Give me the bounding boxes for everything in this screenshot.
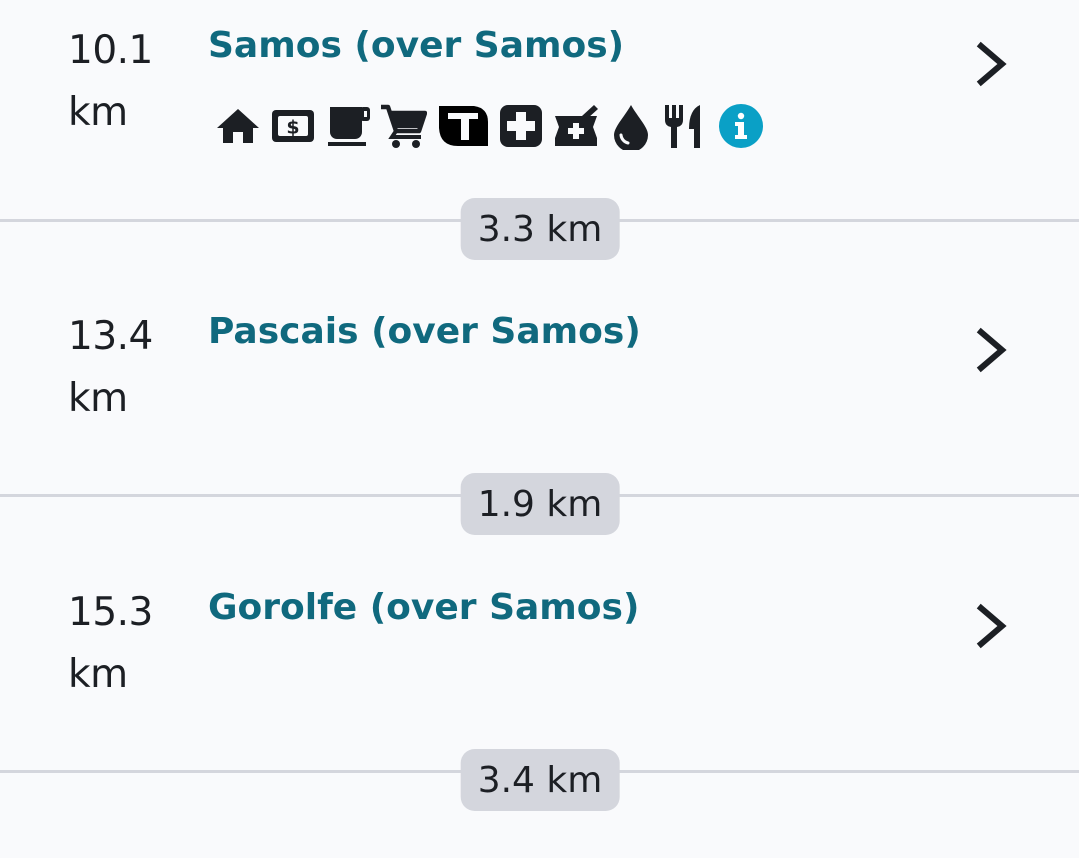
stage-row-pascais[interactable]: 13.4 km Pascais (over Samos) (0, 262, 1079, 472)
distance-unit: km (68, 376, 128, 421)
stage-distance: 10.1 km (68, 20, 188, 144)
atm-icon: $ (272, 110, 314, 142)
distance-unit: km (68, 652, 128, 697)
stage-row-samos[interactable]: 10.1 km Samos (over Samos) $ (0, 0, 1079, 200)
svg-text:$: $ (286, 117, 299, 139)
stage-distance: 13.4 km (68, 306, 188, 430)
segment-separator: 3.4 km (0, 749, 1079, 813)
water-icon (614, 105, 648, 150)
stage-distance: 15.3 km (68, 582, 188, 706)
bus-icon (439, 106, 488, 146)
chevron-right-icon[interactable] (968, 324, 1014, 376)
cafe-icon (328, 107, 370, 146)
segment-separator: 3.3 km (0, 198, 1079, 262)
info-icon[interactable] (717, 102, 765, 150)
pharmacy-icon (555, 105, 598, 146)
stage-row-gorolfe[interactable]: 15.3 km Gorolfe (over Samos) (0, 538, 1079, 748)
distance-value: 10.1 (68, 28, 153, 73)
segment-distance-badge: 3.3 km (460, 198, 620, 260)
shopping-cart-icon (381, 104, 427, 148)
stage-title: Samos (over Samos) (208, 25, 625, 66)
distance-value: 15.3 (68, 590, 153, 635)
distance-value: 13.4 (68, 314, 153, 359)
restaurant-icon (665, 105, 700, 148)
segment-separator: 1.9 km (0, 473, 1079, 537)
segment-distance-badge: 1.9 km (460, 473, 620, 535)
amenity-icons: $ (214, 102, 772, 150)
chevron-right-icon[interactable] (968, 600, 1014, 652)
stage-title: Pascais (over Samos) (208, 311, 641, 352)
home-icon (217, 109, 259, 143)
medical-icon (500, 105, 542, 147)
stage-title: Gorolfe (over Samos) (208, 587, 640, 628)
segment-distance-badge: 3.4 km (460, 749, 620, 811)
chevron-right-icon[interactable] (968, 38, 1014, 90)
distance-unit: km (68, 90, 128, 135)
